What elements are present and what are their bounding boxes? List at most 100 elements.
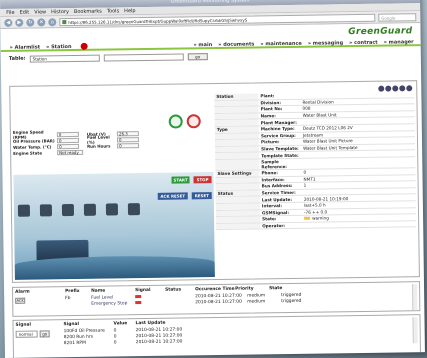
temperature-icon (61, 203, 75, 217)
info-section (215, 183, 260, 190)
info-row: Operator: (216, 220, 417, 231)
nav-manager-label: manager (388, 38, 414, 46)
cell-signal: 8200 Run hrs (63, 334, 94, 340)
cell-prefix: Fb (65, 295, 71, 301)
nav-contract[interactable]: » contract (349, 39, 378, 45)
go-button[interactable]: go (187, 52, 208, 60)
nav-station[interactable]: » Station (46, 44, 72, 50)
col-status: Status (165, 287, 182, 293)
alarm-status-indicator (135, 294, 142, 298)
info-value (303, 162, 415, 164)
nav-alarmlist-label: Alarmlist (14, 43, 41, 51)
nav-manager[interactable]: » manager (384, 39, 414, 45)
metric-value: 0 (57, 143, 80, 149)
alarm-panel: Alarm ACK Prefix Name Signal Status Occu… (12, 281, 421, 317)
info-key: Service Timer: (261, 189, 296, 196)
nav-maintenance[interactable]: » maintenance (260, 40, 302, 47)
col-signal: Signal (135, 287, 151, 294)
menu-history[interactable]: History (51, 8, 69, 15)
cell-priority: medium (247, 298, 266, 305)
nav-alarmlist[interactable]: » Alarmlist (10, 44, 41, 50)
ack-button[interactable]: ACK (15, 297, 26, 304)
info-section: Type (214, 126, 259, 133)
fault-status-icon (186, 114, 201, 129)
menu-view[interactable]: View (34, 8, 46, 15)
nav-main[interactable]: » main (193, 42, 212, 48)
info-section: Status (215, 190, 260, 197)
signal-select[interactable]: normal (15, 330, 38, 338)
cell-value: 0 (113, 333, 117, 339)
battery-icon (17, 204, 31, 217)
forward-icon[interactable]: ▶ (15, 18, 24, 27)
info-key: Slave Template: (261, 145, 299, 152)
info-value-text: Rental Division (302, 99, 334, 105)
record-select[interactable] (103, 52, 184, 62)
stop-icon[interactable]: ✕ (37, 17, 46, 26)
metric-label: Oil Pressure (BAR) (12, 137, 55, 144)
info-value (303, 153, 415, 155)
cell-value: 0 (113, 339, 117, 345)
engine-metrics: Engine Speed (RPM) 0 Ubat (V) 26.3 Oil Pres… (13, 129, 213, 156)
alarm-scrollbar[interactable] (412, 284, 418, 311)
info-key: Plant Manager: (260, 119, 297, 126)
menu-help[interactable]: Help (124, 7, 135, 14)
cell-value: 0 (113, 327, 117, 333)
info-value-text: Deutz TCD 2012 L06 2V (302, 125, 353, 132)
reload-icon[interactable]: ↻ (26, 18, 35, 27)
nav-contract-label: contract (354, 39, 378, 46)
cell-name: Emergency Stop (91, 300, 128, 307)
ack-reset-button[interactable]: ACK RESET (157, 192, 188, 200)
info-value-text: Water Blast Unit Picture (302, 138, 353, 145)
col-signal: Signal (63, 321, 79, 328)
info-value (302, 94, 414, 96)
cell-time: 2010-08-21 10:27:00 (135, 338, 183, 345)
table-select[interactable]: Station (29, 54, 100, 63)
menu-bookmarks[interactable]: Bookmarks (74, 8, 102, 15)
cell-signal (135, 300, 165, 305)
info-key: Plant No: (260, 106, 283, 112)
alarm-status-indicator (135, 300, 142, 304)
alarm-panel-label: Alarm (15, 289, 30, 295)
info-value-text: 1 (303, 183, 307, 189)
browser-window: GreenGuard Monitoring System File Edit V… (0, 0, 425, 358)
info-value-text: Water Blast Unit Template (303, 145, 358, 151)
cell-time: 2010-08-21 10:27:00 (135, 326, 183, 333)
info-value-text: NMT1 (303, 176, 316, 182)
station-info: Station Plant: Division: Rental Division Pla… (214, 91, 417, 231)
info-section (215, 146, 260, 153)
signal-scrollbar[interactable] (412, 317, 418, 344)
info-section (214, 119, 259, 126)
info-value-text: Jetstream (302, 132, 324, 138)
nav-messaging[interactable]: » messaging (308, 40, 343, 46)
reset-button[interactable]: RESET (191, 192, 212, 200)
info-key: GSMSignal: (261, 209, 290, 216)
info-key: Operator: (262, 223, 286, 229)
menu-file[interactable]: File (6, 9, 14, 16)
nav-maintenance-label: maintenance (265, 40, 302, 47)
info-key: Interval: (261, 203, 283, 209)
menu-tools[interactable]: Tools (107, 7, 119, 14)
info-key: Phone: (261, 170, 278, 176)
back-icon[interactable]: ◀ (4, 18, 13, 27)
info-section (214, 132, 259, 140)
signal-panel: Signal normal go Signal Value Last Updat… (12, 314, 421, 358)
col-priority: Priority (235, 286, 254, 292)
metric-value: 0 (56, 137, 79, 143)
menu-edit[interactable]: Edit (19, 9, 30, 16)
search-box[interactable]: Google (378, 12, 417, 22)
nav-documents[interactable]: » documents (218, 41, 254, 48)
info-section: Station (214, 93, 259, 100)
info-key: Name: (260, 113, 276, 119)
start-button[interactable]: START (171, 176, 190, 184)
info-section (216, 216, 261, 223)
info-value-text: 008 (302, 106, 311, 112)
warning-indicator (304, 217, 311, 221)
info-value-text: -76 ++ 0.0 (303, 209, 328, 215)
col-last-update: Last Update (135, 320, 166, 327)
metric-value: 0 (56, 131, 79, 137)
info-section (214, 106, 259, 113)
stop-button[interactable]: STOP (193, 176, 212, 184)
info-section (215, 176, 260, 184)
home-icon[interactable]: ⌂ (48, 17, 57, 26)
signal-go-button[interactable]: go (39, 330, 50, 338)
